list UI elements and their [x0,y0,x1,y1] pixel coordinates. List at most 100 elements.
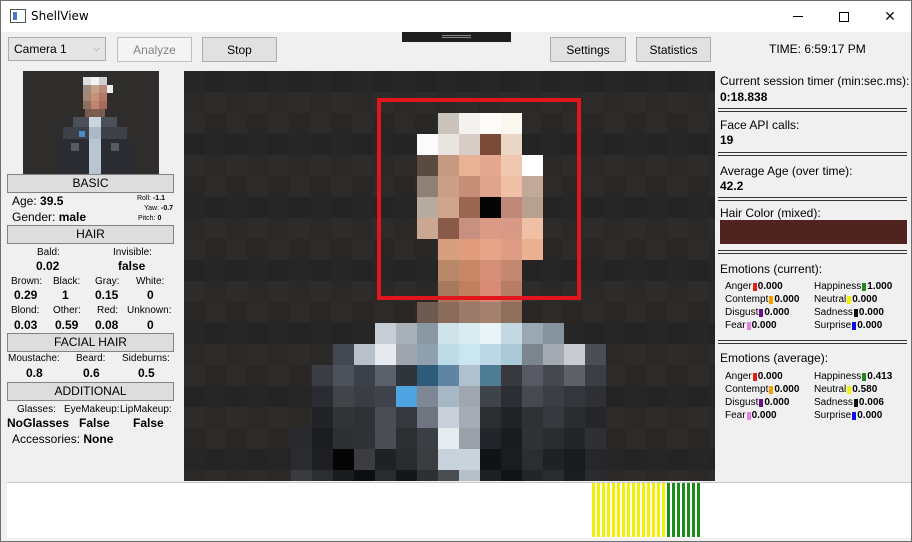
camera-select-value: Camera 1 [14,42,67,56]
stats-separator [718,152,907,156]
gray-label: Gray: [95,276,120,287]
sideburns-label: Sideburns: [122,353,170,364]
emotion-history-bar [657,483,660,537]
stats-separator [718,250,907,254]
settings-button[interactable]: Settings [550,37,626,62]
camera-select[interactable]: Camera 1 ⌵ [8,37,106,61]
emotion-label: Disgust [725,307,759,318]
gender-label: Gender: [12,210,56,224]
invisible-value: false [118,259,146,273]
yaw-value: -0.7 [161,205,174,212]
session-timer-label: Current session timer (min:sec.ms): [720,74,910,88]
emotion-fear: Fear 0.000 [725,320,777,331]
lipmakeup-value: False [133,416,164,430]
emotion-label: Anger [725,281,752,292]
emotion-color-swatch [746,321,751,330]
emotion-history-bar [672,483,675,537]
emotion-history-bar [677,483,680,537]
emotion-history-bar [627,483,630,537]
toolbar-grip-handle[interactable] [402,32,511,42]
close-icon: ✕ [884,8,896,24]
emotion-value: 0.006 [858,397,884,408]
emotion-label: Disgust [725,397,759,408]
emotion-history-bar [687,483,690,537]
emotion-disgust: Disgust 0.000 [725,397,789,408]
emotion-color-swatch [847,295,852,304]
white-label: White: [136,276,165,287]
yaw-label: Yaw: [144,205,160,212]
maximize-button[interactable] [821,1,867,32]
emotion-color-swatch [853,398,858,407]
brown-value: 0.29 [14,288,38,302]
emotion-color-swatch [862,372,867,381]
emotion-label: Sadness [814,307,853,318]
avg-age-label: Average Age (over time): [720,164,853,178]
minimize-button[interactable] [775,1,821,32]
roll-row: Roll: -1.1 [137,195,165,202]
close-button[interactable]: ✕ [867,1,912,32]
minimize-icon [793,16,803,17]
red-label: Red: [97,305,119,316]
emotion-label: Contempt [725,294,769,305]
emotion-label: Neutral [814,294,847,305]
emotion-history-bar [602,483,605,537]
facial-hair-section-header: FACIAL HAIR [7,333,174,352]
lipmakeup-label: LipMakeup: [120,404,172,415]
statistics-button[interactable]: Statistics [636,37,711,62]
analyze-button[interactable]: Analyze [117,37,192,62]
emotion-history-bar [612,483,615,537]
stats-separator [718,197,907,201]
glasses-value: NoGlasses [7,416,70,430]
emotion-fear: Fear 0.000 [725,410,777,421]
emotion-value: 0.000 [764,307,790,318]
emotion-label: Happiness [814,281,862,292]
pitch-label: Pitch: [138,215,156,222]
face-thumbnail [23,71,159,175]
emotion-neutral: Neutral 0.580 [814,384,877,395]
emotion-color-swatch [752,282,757,291]
additional-section-header: ADDITIONAL [7,382,174,401]
yaw-row: Yaw: -0.7 [144,205,173,212]
emotion-history-bar [642,483,645,537]
moustache-value: 0.8 [26,366,43,380]
emotion-label: Surprise [814,410,852,421]
stop-button[interactable]: Stop [202,37,277,62]
emotion-value: 0.000 [764,397,790,408]
emotions-current-title: Emotions (current): [720,262,823,276]
age-value: 39.5 [40,194,64,208]
emotion-contempt: Contempt 0.000 [725,384,799,395]
emotion-history-bar [692,483,695,537]
stats-separator [718,340,907,344]
emotion-sadness: Sadness 0.000 [814,307,884,318]
emotion-happiness: Happiness 1.000 [814,281,892,292]
roll-label: Roll: [137,195,152,202]
face-detection-box [377,98,581,300]
emotion-contempt: Contempt 0.000 [725,294,799,305]
age-label: Age: [12,194,37,208]
emotion-value: 0.000 [757,371,783,382]
emotion-history-bar [652,483,655,537]
emotion-value: 0.580 [852,384,878,395]
age-row: Age: 39.5 [12,194,63,208]
emotion-value: 0.000 [751,320,777,331]
unknown-label: Unknown: [127,305,172,316]
emotion-history-bar [682,483,685,537]
gender-value: male [58,210,87,224]
bald-value: 0.02 [36,259,60,273]
emotion-history-bar [667,483,670,537]
emotion-history-bar [697,483,700,537]
hair-color-label: Hair Color (mixed): [720,206,821,220]
emotion-surprise: Surprise 0.000 [814,320,882,331]
emotion-history-bar [592,483,595,537]
emotion-color-swatch [752,372,757,381]
eyemakeup-label: EyeMakeup: [64,404,120,415]
emotion-color-swatch [759,308,764,317]
glasses-label: Glasses: [17,404,56,415]
emotion-anger: Anger 0.000 [725,281,783,292]
emotion-value: 0.413 [867,371,893,382]
accessories-label: Accessories: [12,432,81,446]
emotion-value: 1.000 [867,281,893,292]
sideburns-value: 0.5 [138,366,155,380]
emotion-color-swatch [852,411,857,420]
emotion-history-bar [622,483,625,537]
